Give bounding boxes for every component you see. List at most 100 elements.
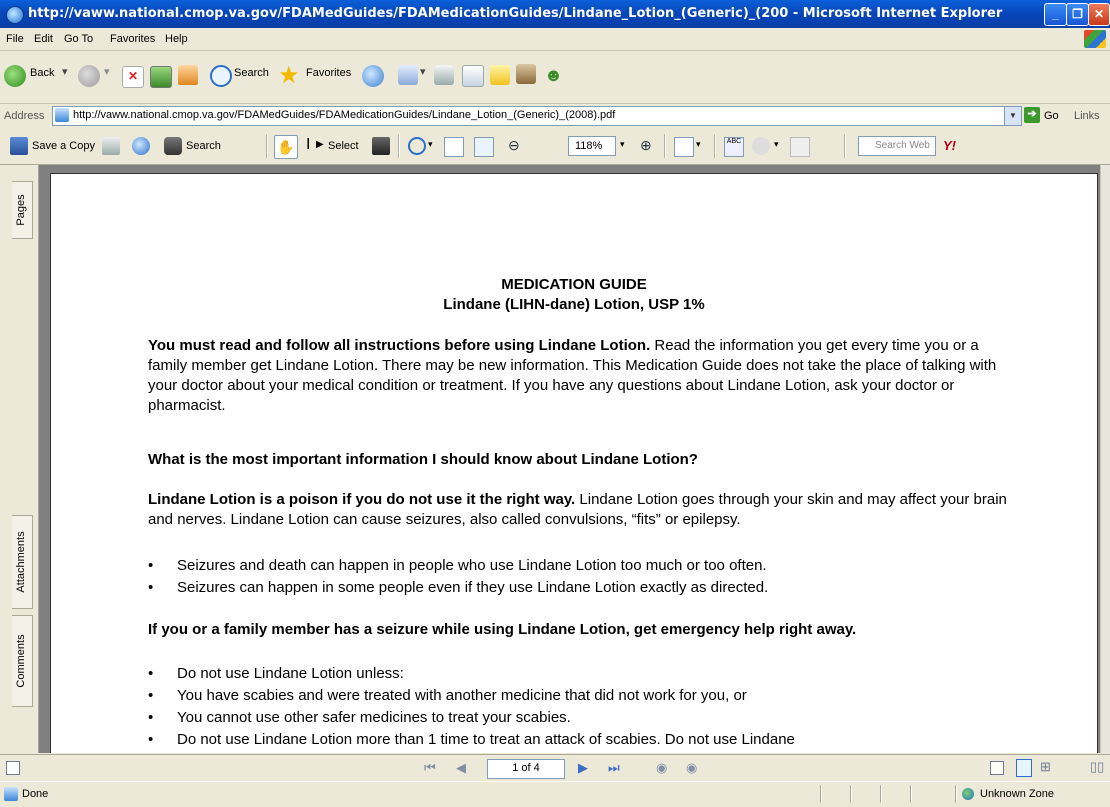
messenger-icon[interactable]: ☻	[544, 65, 564, 85]
text-cursor-icon[interactable]: I	[306, 136, 310, 154]
intro-bold: You must read and follow all instruction…	[148, 337, 651, 354]
save-icon[interactable]	[10, 137, 28, 155]
page-number-field[interactable]: 1 of 4	[487, 759, 565, 779]
zoom-level-dropdown-icon[interactable]: ▾	[620, 139, 625, 150]
history-icon[interactable]	[362, 65, 384, 87]
spellcheck-icon[interactable]: ABC	[724, 137, 744, 157]
rotate-icon[interactable]	[674, 137, 694, 157]
bullet-dot: •	[148, 665, 154, 682]
list-item-text: You have scabies and were treated with a…	[177, 687, 747, 704]
first-page-icon[interactable]: ⏮	[424, 760, 436, 776]
search-icon[interactable]	[210, 65, 232, 87]
print-icon[interactable]	[102, 137, 120, 155]
rotate-dropdown-icon[interactable]: ▾	[696, 139, 701, 150]
last-page-icon[interactable]: ⏭	[608, 760, 620, 776]
back-dropdown-icon[interactable]: ▾	[62, 65, 68, 78]
doc-heading: MEDICATION GUIDE	[501, 276, 647, 293]
star-icon[interactable]: ★	[278, 61, 300, 90]
search-button[interactable]: Search	[234, 67, 269, 79]
menu-go-to[interactable]: Go To	[64, 33, 93, 45]
zoom-plus-icon[interactable]: ⊕	[640, 137, 652, 154]
intro-paragraph: You must read and follow all instruction…	[148, 336, 1008, 416]
toolbar-separator	[398, 134, 400, 158]
vertical-scrollbar[interactable]	[1100, 165, 1110, 753]
continuous-icon[interactable]	[1016, 759, 1032, 777]
zoom-out-icon[interactable]: ⊖	[508, 137, 520, 154]
page-done-icon	[4, 787, 18, 801]
email-icon[interactable]	[132, 137, 150, 155]
menu-file[interactable]: File	[6, 33, 24, 45]
back-arrow-icon[interactable]	[4, 65, 26, 87]
go-button[interactable]: Go	[1044, 110, 1059, 122]
forward-dropdown-icon[interactable]: ▾	[104, 65, 110, 78]
next-view-icon[interactable]: ◉	[686, 760, 697, 776]
address-field[interactable]: http://vaww.national.cmop.va.gov/FDAMedG…	[52, 106, 1022, 126]
list-item-text: You cannot use other safer medicines to …	[177, 709, 571, 726]
select-arrow-icon[interactable]: ▶	[316, 139, 324, 150]
forward-arrow-icon[interactable]	[78, 65, 100, 87]
favorites-button[interactable]: Favorites	[306, 67, 351, 79]
next-page-icon[interactable]: ▶	[578, 760, 588, 776]
maximize-button[interactable]: ❐	[1066, 3, 1089, 26]
zoom-field[interactable]: 118%	[568, 136, 616, 156]
research-icon[interactable]	[516, 64, 536, 84]
minimize-button[interactable]: _	[1044, 3, 1067, 26]
fit-page-icon[interactable]	[444, 137, 464, 157]
address-dropdown-icon[interactable]: ▼	[1004, 107, 1021, 125]
security-zone: Unknown Zone	[980, 788, 1054, 800]
list-item-text: Do not use Lindane Lotion more than 1 ti…	[177, 731, 795, 748]
zoom-in-icon[interactable]	[408, 137, 426, 155]
tab-pages[interactable]: Pages	[12, 181, 33, 239]
search-web-placeholder[interactable]: Search Web	[875, 140, 930, 151]
mail-icon[interactable]	[398, 65, 418, 85]
home-icon[interactable]	[178, 65, 198, 85]
tab-attachments[interactable]: Attachments	[12, 515, 33, 609]
copy-icon[interactable]	[790, 137, 810, 157]
facing-icon[interactable]: ⊞	[1040, 759, 1051, 775]
bullet-dot: •	[148, 731, 154, 748]
single-page-icon[interactable]	[990, 761, 1004, 775]
search-web-field[interactable]: Search Web	[858, 136, 936, 156]
edit-icon[interactable]	[462, 65, 484, 87]
select-button[interactable]: Select	[328, 140, 359, 152]
pdf-page: MEDICATION GUIDE Lindane (LIHN-dane) Lot…	[50, 173, 1098, 753]
zoom-dropdown-icon[interactable]: ▾	[428, 139, 433, 150]
hand-tool-icon[interactable]: ✋	[274, 135, 298, 159]
fit-width-icon[interactable]	[474, 137, 494, 157]
layout-toggle-icon[interactable]	[6, 761, 20, 775]
save-copy-button[interactable]: Save a Copy	[32, 140, 95, 152]
undo-icon[interactable]	[752, 137, 770, 155]
list-item-text: Seizures and death can happen in people …	[177, 557, 767, 574]
toolbar-separator	[844, 134, 846, 158]
document-viewport[interactable]: MEDICATION GUIDE Lindane (LIHN-dane) Lot…	[39, 165, 1100, 753]
status-divider	[880, 785, 882, 803]
refresh-icon[interactable]	[150, 66, 172, 88]
page-icon	[55, 108, 69, 122]
undo-dropdown-icon[interactable]: ▾	[774, 139, 779, 150]
go-arrow-icon[interactable]: ➔	[1024, 107, 1040, 123]
mail-dropdown-icon[interactable]: ▾	[420, 65, 426, 78]
page-navigation-bar: ⏮ ◀ 1 of 4 ▶ ⏭ ◉ ◉ ⊞ ▯▯	[0, 754, 1110, 781]
yahoo-icon[interactable]: Y!	[943, 138, 956, 153]
reader-search-button[interactable]: Search	[186, 140, 221, 152]
snapshot-icon[interactable]	[372, 137, 390, 155]
menu-help[interactable]: Help	[165, 33, 188, 45]
standard-toolbar: Back ▾ ▾ ✕ Search ★ Favorites ▾ ☻	[0, 51, 1110, 104]
menu-edit[interactable]: Edit	[34, 33, 53, 45]
back-button[interactable]: Back	[30, 67, 54, 79]
zoom-value[interactable]: 118%	[575, 140, 602, 152]
binoculars-icon[interactable]	[164, 137, 182, 155]
previous-page-icon[interactable]: ◀	[456, 760, 466, 776]
close-button[interactable]: ✕	[1088, 3, 1110, 26]
stop-icon[interactable]: ✕	[122, 66, 144, 88]
tab-comments[interactable]: Comments	[12, 615, 33, 707]
menu-favorites[interactable]: Favorites	[110, 33, 155, 45]
address-url[interactable]: http://vaww.national.cmop.va.gov/FDAMedG…	[73, 109, 615, 121]
tab-attachments-label: Attachments	[15, 531, 27, 593]
previous-view-icon[interactable]: ◉	[656, 760, 667, 776]
list-item-text: Seizures can happen in some people even …	[177, 579, 769, 596]
print-icon[interactable]	[434, 65, 454, 85]
discuss-icon[interactable]	[490, 65, 510, 85]
links-button[interactable]: Links	[1074, 110, 1100, 122]
continuous-facing-icon[interactable]: ▯▯	[1090, 759, 1104, 775]
